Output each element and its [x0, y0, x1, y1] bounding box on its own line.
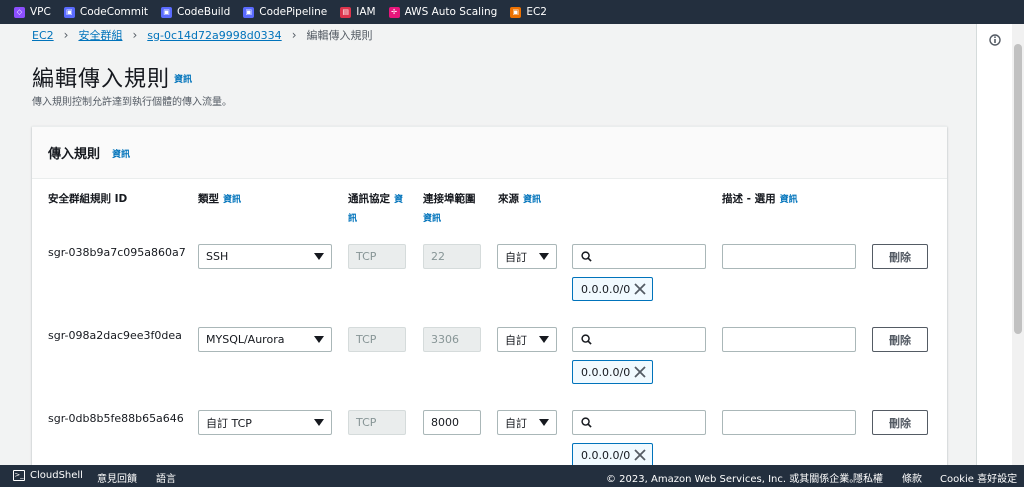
cidr-search-input[interactable]: [572, 244, 706, 269]
search-icon: [581, 417, 592, 428]
source-select[interactable]: 自訂: [497, 410, 557, 435]
codecommit-icon: ▣: [63, 6, 75, 18]
favorite-codebuild[interactable]: ▣ CodeBuild: [161, 6, 230, 18]
auto-scaling-icon: ✢: [388, 6, 400, 18]
protocol-field: TCP: [348, 410, 406, 435]
info-icon[interactable]: [989, 34, 1001, 46]
close-icon[interactable]: [634, 366, 646, 378]
delete-button[interactable]: 刪除: [872, 244, 928, 269]
panel-header: 傳入規則 資訊: [32, 127, 947, 179]
close-icon[interactable]: [634, 449, 646, 461]
ec2-icon: ▣: [510, 6, 522, 18]
favorite-ec2[interactable]: ▣ EC2: [510, 6, 547, 18]
search-icon: [581, 251, 592, 262]
favorite-auto-scaling[interactable]: ✢ AWS Auto Scaling: [388, 6, 497, 18]
type-select[interactable]: SSH: [198, 244, 332, 269]
protocol-info-link-a[interactable]: 資: [394, 195, 403, 205]
favorite-vpc[interactable]: ◇ VPC: [14, 6, 51, 18]
iam-icon: ▤: [340, 6, 352, 18]
feedback-link[interactable]: 意見回饋: [97, 470, 137, 485]
favorite-iam[interactable]: ▤ IAM: [340, 6, 376, 18]
privacy-link[interactable]: 隱私權: [853, 470, 883, 485]
cloudshell-icon: >_: [13, 470, 25, 481]
port-range-field: 3306: [423, 327, 481, 352]
port-range-field: 22: [423, 244, 481, 269]
cidr-token: 0.0.0.0/0: [572, 277, 653, 301]
protocol-field: TCP: [348, 244, 406, 269]
column-header-source: 來源 資訊: [498, 193, 542, 205]
delete-button[interactable]: 刪除: [872, 410, 928, 435]
codebuild-icon: ▣: [161, 6, 172, 18]
cloudshell-link[interactable]: CloudShell: [30, 470, 83, 481]
source-select[interactable]: 自訂: [497, 244, 557, 269]
cidr-token: 0.0.0.0/0: [572, 443, 653, 465]
rule-id: sgr-038b9a7c095a860a7: [48, 246, 186, 259]
favorites-bar: ◇ VPC ▣ CodeCommit ▣ CodeBuild ▣ CodePipelin…: [0, 0, 1024, 24]
cidr-search-input[interactable]: [572, 410, 706, 435]
description-input[interactable]: [722, 244, 856, 269]
breadcrumb-security-group-id[interactable]: sg-0c14d72a9998d0334: [147, 29, 281, 42]
description-input[interactable]: [722, 327, 856, 352]
close-icon[interactable]: [634, 283, 646, 295]
copyright: © 2023, Amazon Web Services, Inc. 或其關係企業…: [606, 474, 860, 485]
cidr-token: 0.0.0.0/0: [572, 360, 653, 384]
port-range-input[interactable]: 8000: [423, 410, 481, 435]
breadcrumb-security-groups[interactable]: 安全群組: [78, 27, 122, 43]
codepipeline-icon: ▣: [243, 6, 255, 18]
caret-down-icon: [539, 336, 549, 343]
type-select[interactable]: 自訂 TCP: [198, 410, 332, 435]
column-header-type: 類型 資訊: [198, 193, 242, 205]
description-input[interactable]: [722, 410, 856, 435]
column-header-description: 描述 - 選用 資訊: [722, 193, 798, 205]
panel-info-link[interactable]: 資訊: [112, 147, 130, 160]
cidr-search-input[interactable]: [572, 327, 706, 352]
panel-title: 傳入規則: [48, 147, 101, 162]
source-select[interactable]: 自訂: [497, 327, 557, 352]
chevron-right-icon: ›: [63, 28, 69, 42]
type-select[interactable]: MYSQL/Aurora: [198, 327, 332, 352]
footer: >_ CloudShell 意見回饋 語言 © 2023, Amazon Web…: [0, 465, 1024, 487]
cookie-preferences-link[interactable]: Cookie 喜好設定: [940, 470, 1017, 485]
caret-down-icon: [539, 253, 549, 260]
language-link[interactable]: 語言: [156, 470, 176, 485]
source-info-link[interactable]: 資訊: [523, 195, 541, 205]
column-header-protocol: 通訊協定資: [348, 193, 404, 205]
chevron-right-icon: ›: [291, 28, 297, 42]
caret-down-icon: [314, 253, 324, 260]
page-description: 傳入規則控制允許達到執行個體的傳入流量。: [32, 97, 232, 108]
search-icon: [581, 334, 592, 345]
scrollbar-thumb[interactable]: [1014, 44, 1022, 334]
inbound-rules-panel: 傳入規則 資訊 安全群組規則 ID 類型 資訊 通訊協定資 訊 連接埠範圍 資訊 …: [32, 126, 947, 465]
rule-id: sgr-0db8b5fe88b65a646: [48, 412, 184, 425]
caret-down-icon: [314, 419, 324, 426]
description-info-link[interactable]: 資訊: [780, 195, 798, 205]
caret-down-icon: [539, 419, 549, 426]
port-info-link[interactable]: 資訊: [423, 211, 441, 224]
breadcrumb-ec2[interactable]: EC2: [32, 29, 54, 42]
scrollbar[interactable]: [1012, 24, 1024, 465]
column-header-port-range: 連接埠範圍: [423, 193, 476, 205]
caret-down-icon: [314, 336, 324, 343]
type-info-link[interactable]: 資訊: [223, 195, 241, 205]
column-header-rule-id: 安全群組規則 ID: [48, 193, 128, 205]
protocol-field: TCP: [348, 327, 406, 352]
favorite-codecommit[interactable]: ▣ CodeCommit: [63, 6, 148, 18]
terms-link[interactable]: 條款: [902, 470, 922, 485]
page-title: 編輯傳入規則: [32, 67, 171, 92]
tools-panel: [976, 24, 1012, 465]
favorite-codepipeline[interactable]: ▣ CodePipeline: [243, 6, 327, 18]
chevron-right-icon: ›: [132, 28, 138, 42]
page-info-link[interactable]: 資訊: [174, 72, 192, 85]
breadcrumb: EC2 › 安全群組 › sg-0c14d72a9998d0334 › 編輯傳入…: [32, 27, 373, 43]
delete-button[interactable]: 刪除: [872, 327, 928, 352]
breadcrumb-current: 編輯傳入規則: [306, 29, 373, 42]
protocol-info-link-b[interactable]: 訊: [348, 211, 357, 224]
main-content: EC2 › 安全群組 › sg-0c14d72a9998d0334 › 編輯傳入…: [0, 24, 976, 465]
vpc-icon: ◇: [14, 6, 25, 18]
rule-id: sgr-098a2dac9ee3f0dea: [48, 329, 182, 342]
